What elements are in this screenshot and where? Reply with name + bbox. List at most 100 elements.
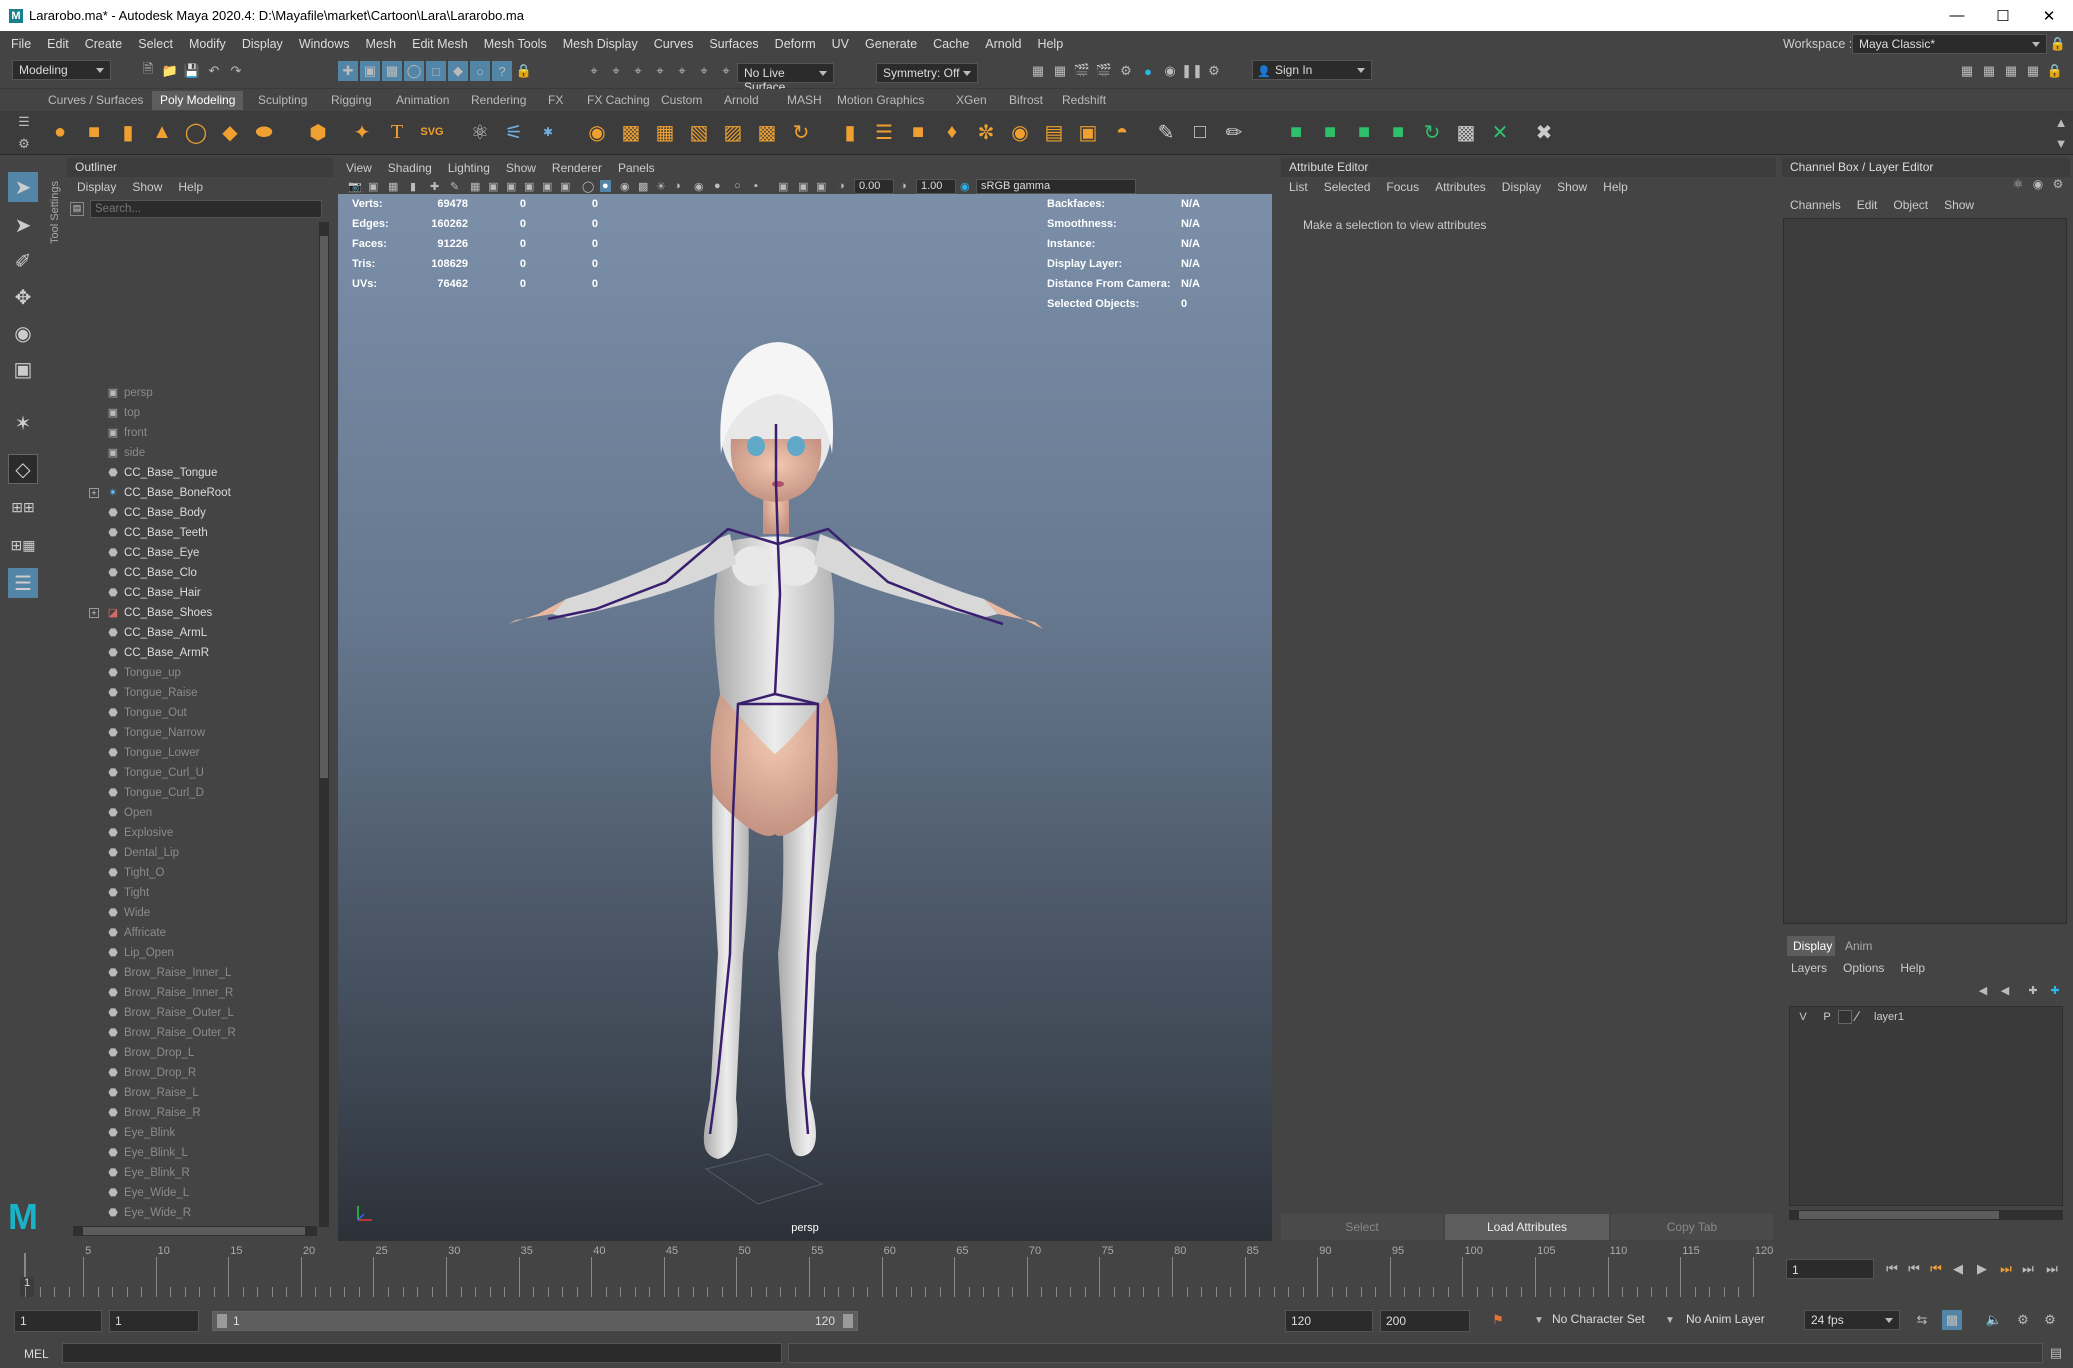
render-settings-icon[interactable]: ⚙ xyxy=(1116,61,1136,81)
ae-menu-focus[interactable]: Focus xyxy=(1378,180,1427,194)
shelf-tab-fx-caching[interactable]: FX Caching xyxy=(579,91,658,110)
render-region-icon[interactable]: ▦ xyxy=(1050,61,1070,81)
menu-cache[interactable]: Cache xyxy=(925,37,977,51)
outliner-item[interactable]: ⬣ Explosive xyxy=(0,823,250,843)
shelf-tab-arnold[interactable]: Arnold xyxy=(716,91,767,110)
playback-end-field[interactable]: 120 xyxy=(1285,1310,1373,1332)
camera-select-icon[interactable]: 📷 xyxy=(348,180,362,193)
snap-edge-icon[interactable]: ⌖ xyxy=(716,61,736,81)
range-bar[interactable]: 1 120 xyxy=(212,1311,858,1331)
outliner-item[interactable]: ⬣ Dental_Lip xyxy=(0,843,250,863)
bookmarks-icon[interactable]: ▦ xyxy=(388,180,398,193)
history-icon[interactable]: ▦ xyxy=(1028,61,1048,81)
load-attributes-button[interactable]: Load Attributes xyxy=(1445,1214,1609,1240)
shelf-tab-rigging[interactable]: Rigging xyxy=(323,91,380,110)
outliner-item[interactable]: ⬣ Eye_Blink xyxy=(0,1123,250,1143)
layer-name[interactable]: layer1 xyxy=(1874,1011,1904,1023)
render-view-icon[interactable]: ◉ xyxy=(1160,61,1180,81)
remesh-icon[interactable]: ▩ xyxy=(753,118,781,146)
resolution-gate-icon[interactable]: ▣ xyxy=(506,180,516,193)
outliner-item[interactable]: ⬣ Brow_Raise_Inner_R xyxy=(0,983,250,1003)
panel-lock-icon[interactable]: 🔒 xyxy=(2045,61,2065,81)
cylindrical-mapping-icon[interactable]: ■ xyxy=(1350,118,1378,146)
make-hole-icon[interactable]: ◉ xyxy=(1006,118,1034,146)
hypershade-icon[interactable]: ● xyxy=(1138,61,1158,81)
wireframe-icon[interactable]: ◯ xyxy=(582,180,594,193)
tool-settings-toggle-icon[interactable]: ▦ xyxy=(2001,61,2021,81)
smooth-icon[interactable]: ▦ xyxy=(651,118,679,146)
shelf-tab-animation[interactable]: Animation xyxy=(388,91,457,110)
super-shape-icon[interactable]: ✦ xyxy=(348,118,376,146)
script-language-label[interactable]: MEL xyxy=(24,1347,49,1361)
outliner-item[interactable]: ⬣ Lip_Open xyxy=(0,943,250,963)
outliner-item[interactable]: ⬣ CC_Base_Body xyxy=(0,503,250,523)
layer-visibility-toggle[interactable]: V xyxy=(1796,1011,1810,1023)
anim-layer-menu-icon[interactable]: ▼ xyxy=(1660,1310,1680,1330)
step-back-key-icon[interactable]: ⏮ xyxy=(1904,1259,1924,1279)
script-editor-icon[interactable]: ▤ xyxy=(2046,1343,2066,1363)
shelf-tab-mash[interactable]: MASH xyxy=(779,91,830,110)
menu-create[interactable]: Create xyxy=(77,37,131,51)
lights-icon[interactable]: ☀ xyxy=(656,180,666,193)
textured-icon[interactable]: ▩ xyxy=(638,180,648,193)
select-dynamics-icon[interactable]: ○ xyxy=(470,61,490,81)
planar-mapping-icon[interactable]: ■ xyxy=(1316,118,1344,146)
workspace-dropdown[interactable]: Maya Classic* xyxy=(1852,34,2047,54)
redo-icon[interactable]: ↷ xyxy=(226,61,246,81)
field-chart-icon[interactable]: ▣ xyxy=(542,180,552,193)
sculpt-geometry-icon[interactable]: ⚛ xyxy=(466,118,494,146)
outliner-item[interactable]: ⬣ Wide xyxy=(0,903,250,923)
outliner-item[interactable]: ⬣ Tight xyxy=(0,883,250,903)
viewport-menu-lighting[interactable]: Lighting xyxy=(440,161,498,175)
wedge-icon[interactable]: ▤ xyxy=(1040,118,1068,146)
ae-menu-show[interactable]: Show xyxy=(1549,180,1595,194)
outliner-item[interactable]: ⬣ Tongue_Narrow xyxy=(0,723,250,743)
target-weld-icon[interactable]: ✏ xyxy=(1220,118,1248,146)
layer-playback-toggle[interactable]: P xyxy=(1820,1011,1834,1023)
ae-menu-selected[interactable]: Selected xyxy=(1316,180,1379,194)
menu-set-dropdown[interactable]: Modeling xyxy=(12,60,111,80)
select-by-hierarchy-icon[interactable]: ✚ xyxy=(338,61,358,81)
viewport-menu-shading[interactable]: Shading xyxy=(380,161,440,175)
animation-end-field[interactable]: 200 xyxy=(1380,1310,1470,1332)
move-layer-up-icon[interactable]: ◀ xyxy=(1973,980,1993,1000)
shelf-scroll-down-icon[interactable]: ▼ xyxy=(2051,133,2071,153)
range-end-handle[interactable] xyxy=(843,1314,853,1328)
xray-icon[interactable]: ▣ xyxy=(798,180,808,193)
cut-uv-icon[interactable]: ✕ xyxy=(1486,118,1514,146)
poly-disc-icon[interactable]: ⬬ xyxy=(250,118,278,146)
ipr-render-icon[interactable]: 🎬 xyxy=(1094,61,1114,81)
poly-cylinder-icon[interactable]: ▮ xyxy=(114,118,142,146)
isolate-select-icon[interactable]: ▣ xyxy=(778,180,788,193)
outliner-item[interactable]: ⬣ CC_Base_Hair xyxy=(0,583,250,603)
outliner-item[interactable]: ⬣ Tongue_Curl_D xyxy=(0,783,250,803)
grease-pencil-icon[interactable]: ✎ xyxy=(450,180,459,193)
outliner-item[interactable]: ⬣ CC_Base_Teeth xyxy=(0,523,250,543)
sound-icon[interactable]: 🔈 xyxy=(1984,1310,2004,1330)
safe-action-icon[interactable]: ▣ xyxy=(560,180,570,193)
shelf-scroll-up-icon[interactable]: ▲ xyxy=(2051,112,2071,132)
automatic-mapping-icon[interactable]: ↻ xyxy=(1418,118,1446,146)
time-slider[interactable]: 1 5 10 15 20 25 30 35 40 45 50 55 60 65 70 75 80 85 90 95 1… xyxy=(0,1245,2073,1300)
snap-vertex-icon[interactable]: ⌖ xyxy=(694,61,714,81)
depth-of-field-icon[interactable]: ▪ xyxy=(754,180,758,192)
menu-file[interactable]: File xyxy=(3,37,39,51)
outliner-item[interactable]: ▣ side xyxy=(0,443,250,463)
outliner-item[interactable]: ⬣ CC_Base_ArmR xyxy=(0,643,250,663)
menu-mesh[interactable]: Mesh xyxy=(358,37,405,51)
outliner-item[interactable]: ⬣ Tongue_Raise xyxy=(0,683,250,703)
open-scene-icon[interactable]: 📁 xyxy=(160,61,180,81)
perspective-viewport[interactable]: Verts: 69478 0 0 Edges: 160262 0 0 Faces: 91226 0 0… xyxy=(338,194,1272,1241)
bridge-icon[interactable]: ☰ xyxy=(870,118,898,146)
outliner-item[interactable]: ⬣ Eye_Blink_R xyxy=(0,1163,250,1183)
outliner-item[interactable]: ⬣ Tongue_Out xyxy=(0,703,250,723)
menu-mesh-tools[interactable]: Mesh Tools xyxy=(476,37,555,51)
combine-icon[interactable]: ◉ xyxy=(583,118,611,146)
outliner-item[interactable]: ⬣ Affricate xyxy=(0,923,250,943)
poly-torus-icon[interactable]: ◯ xyxy=(182,118,210,146)
outliner-item[interactable]: ⬣ CC_Base_Tongue xyxy=(0,463,250,483)
new-empty-layer-icon[interactable]: ✚ xyxy=(2023,980,2043,1000)
menu-surfaces[interactable]: Surfaces xyxy=(701,37,766,51)
film-gate-icon[interactable]: ▣ xyxy=(488,180,498,193)
fill-hole-icon[interactable]: ✼ xyxy=(972,118,1000,146)
